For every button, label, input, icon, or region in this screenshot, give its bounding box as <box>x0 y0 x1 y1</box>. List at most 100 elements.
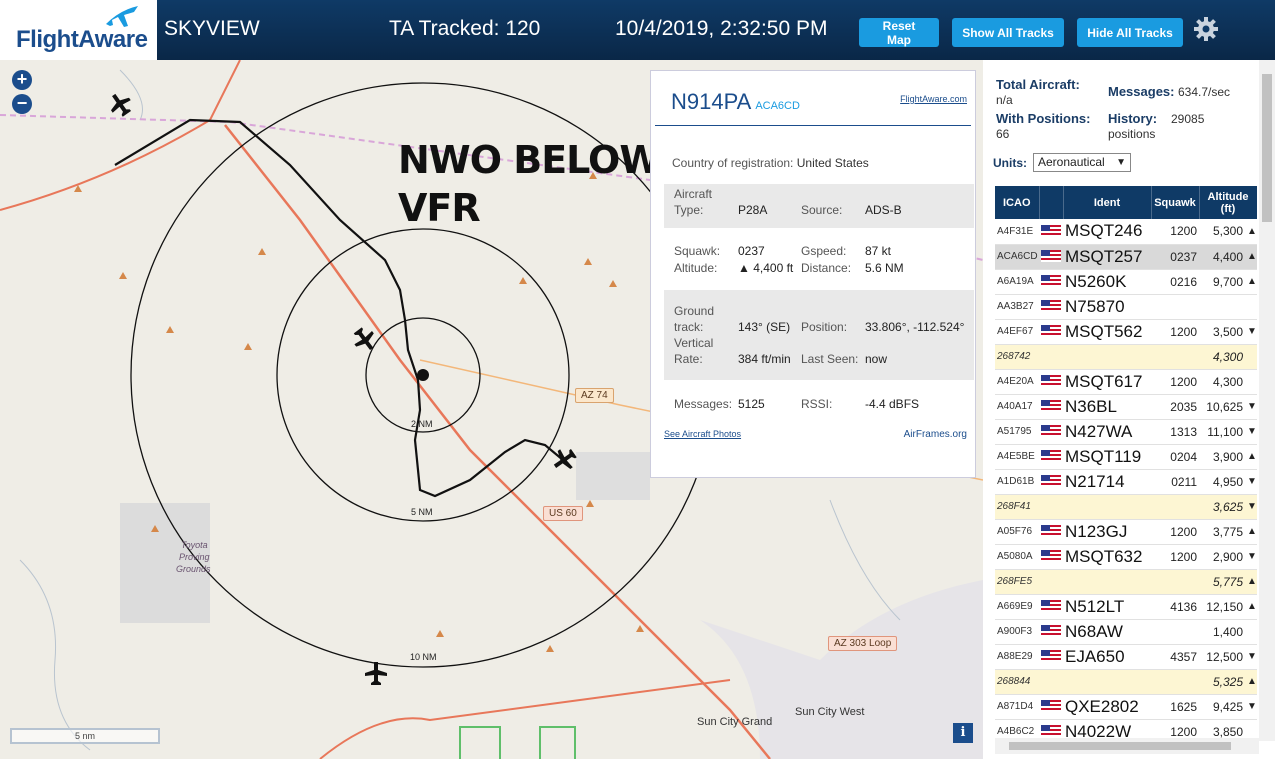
altitude-trend-cell: ▼ <box>1245 544 1257 570</box>
messages-label: Messages: <box>674 397 733 411</box>
table-row[interactable]: A40A17 N36BL 2035 10,625 ▼ <box>995 394 1257 420</box>
altitude-cell: 1,400 <box>1199 619 1245 645</box>
aircraft-icon[interactable] <box>549 444 580 475</box>
aircraft-icao-cell: 268FE5 <box>995 569 1039 595</box>
table-row[interactable]: A871D4 QXE2802 1625 9,425 ▼ <box>995 694 1257 720</box>
us-flag-icon <box>1041 300 1061 313</box>
range-ring-label-10nm: 10 NM <box>410 652 437 662</box>
table-row[interactable]: A4EF67 MSQT562 1200 3,500 ▼ <box>995 319 1257 345</box>
aircraft-sidebar: Total Aircraft: n/a Messages: 634.7/sec … <box>983 60 1275 759</box>
aircraft-ident-cell: N4022W <box>1063 719 1151 738</box>
vertical-rate-value: 384 ft/min <box>738 352 791 366</box>
aircraft-photos-link[interactable]: See Aircraft Photos <box>664 429 741 439</box>
country-flag-cell <box>1039 619 1063 645</box>
aircraft-icon[interactable] <box>365 662 387 685</box>
altitude-cell: 3,900 <box>1199 444 1245 470</box>
aircraft-ident-cell <box>1063 569 1151 595</box>
table-row[interactable]: AA3B27 N75870 <box>995 294 1257 320</box>
altitude-cell: 3,500 <box>1199 319 1245 345</box>
table-row[interactable]: A4B6C2 N4022W 1200 3,850 <box>995 719 1257 738</box>
airframes-link[interactable]: AirFrames.org <box>904 429 967 440</box>
altitude-trend-cell: ▼ <box>1245 469 1257 495</box>
table-row[interactable]: A900F3 N68AW 1,400 <box>995 619 1257 645</box>
country-flag-cell <box>1039 244 1063 270</box>
aircraft-icao-cell: A4EF67 <box>995 319 1039 345</box>
country-flag-cell <box>1039 319 1063 345</box>
table-row[interactable]: A4F31E MSQT246 1200 5,300 ▲ <box>995 219 1257 245</box>
table-row[interactable]: A669E9 N512LT 4136 12,150 ▲ <box>995 594 1257 620</box>
us-flag-icon <box>1041 700 1061 713</box>
map-scale-bar: 5 nm <box>10 728 160 744</box>
gear-icon[interactable] <box>1193 16 1219 42</box>
table-row[interactable]: A1D61B N21714 0211 4,950 ▼ <box>995 469 1257 495</box>
country-flag-cell <box>1039 494 1063 520</box>
table-row[interactable]: A6A19A N5260K 0216 9,700 ▲ <box>995 269 1257 295</box>
altitude-trend-cell: ▲ <box>1245 269 1257 295</box>
scrollbar-thumb[interactable] <box>1009 742 1231 750</box>
table-row[interactable]: A4E5BE MSQT119 0204 3,900 ▲ <box>995 444 1257 470</box>
rssi-label: RSSI: <box>801 397 833 411</box>
selected-aircraft-icon[interactable] <box>349 324 380 356</box>
country-flag-cell <box>1039 519 1063 545</box>
aircraft-type-label: Aircraft <box>674 187 713 201</box>
table-row[interactable]: ACA6CD MSQT257 0237 4,400 ▲ <box>995 244 1257 270</box>
place-label: Toyota <box>181 540 208 550</box>
tracked-count: TA Tracked: 120 <box>389 17 541 40</box>
scrollbar-thumb[interactable] <box>1262 74 1272 222</box>
table-row[interactable]: A5080A MSQT632 1200 2,900 ▼ <box>995 544 1257 570</box>
units-select[interactable]: Aeronautical ▼ <box>1033 153 1131 172</box>
column-header-altitude[interactable]: Altitude (ft) <box>1199 186 1257 219</box>
zoom-out-button[interactable]: − <box>12 94 32 114</box>
table-row[interactable]: 268F41 3,625 ▼ <box>995 494 1257 520</box>
table-row[interactable]: A4E20A MSQT617 1200 4,300 <box>995 369 1257 395</box>
vertical-scrollbar[interactable] <box>1259 60 1275 741</box>
column-header-ident[interactable]: Ident <box>1063 186 1152 219</box>
zoom-in-button[interactable]: + <box>12 70 32 90</box>
altitude-cell: 12,500 <box>1199 644 1245 670</box>
table-row[interactable]: 268844 5,325 ▲ <box>995 669 1257 695</box>
aircraft-ident-cell: N427WA <box>1063 419 1151 445</box>
aircraft-icao-cell: A40A17 <box>995 394 1039 420</box>
country-flag-cell <box>1039 594 1063 620</box>
aircraft-ident-cell: N512LT <box>1063 594 1151 620</box>
altitude-trend-cell <box>1245 719 1257 738</box>
aircraft-icao-cell: A669E9 <box>995 594 1039 620</box>
messages-rate-value: 634.7/sec <box>1178 85 1231 99</box>
altitude-cell: 3,625 <box>1199 494 1245 520</box>
squawk-cell <box>1151 294 1199 320</box>
squawk-cell <box>1151 344 1199 370</box>
map-info-button[interactable]: i <box>953 723 973 743</box>
column-header-squawk[interactable]: Squawk <box>1151 186 1200 219</box>
show-all-tracks-button[interactable]: Show All Tracks <box>952 18 1064 47</box>
table-row[interactable]: 268FE5 5,775 ▲ <box>995 569 1257 595</box>
aircraft-icao-cell: 268F41 <box>995 494 1039 520</box>
aircraft-table-container[interactable]: ICAO Ident Squawk Altitude (ft) A4F31E MS… <box>995 186 1257 738</box>
squawk-cell <box>1151 494 1199 520</box>
squawk-label: Squawk: <box>674 244 721 258</box>
altitude-header-text: Altitude <box>1207 190 1249 203</box>
aircraft-icon[interactable] <box>105 89 136 120</box>
table-row[interactable]: 268742 4,300 <box>995 344 1257 370</box>
flightaware-link[interactable]: FlightAware.com <box>900 94 967 104</box>
aircraft-icao-code: ACA6CD <box>755 100 800 112</box>
reset-map-button[interactable]: Reset Map <box>859 18 939 47</box>
altitude-header-unit: (ft) <box>1220 202 1236 215</box>
squawk-cell: 1200 <box>1151 519 1199 545</box>
position-label: Position: <box>801 320 848 334</box>
aircraft-icao-cell: A900F3 <box>995 619 1039 645</box>
aircraft-icao-cell: A4B6C2 <box>995 719 1039 738</box>
hide-all-tracks-button[interactable]: Hide All Tracks <box>1077 18 1183 47</box>
flightaware-logo[interactable]: FlightAware <box>0 0 157 60</box>
table-row[interactable]: A88E29 EJA650 4357 12,500 ▼ <box>995 644 1257 670</box>
history-unit: positions <box>1108 127 1156 141</box>
country-flag-cell <box>1039 419 1063 445</box>
table-row[interactable]: A05F76 N123GJ 1200 3,775 ▲ <box>995 519 1257 545</box>
aircraft-ident-cell: N68AW <box>1063 619 1151 645</box>
horizontal-scrollbar[interactable] <box>995 738 1259 754</box>
column-header-icao[interactable]: ICAO <box>995 186 1040 219</box>
messages-value: 5125 <box>738 397 765 411</box>
table-row[interactable]: A51795 N427WA 1313 11,100 ▼ <box>995 419 1257 445</box>
registration-text: N914PA <box>671 89 752 114</box>
aircraft-icao-cell: ACA6CD <box>995 244 1039 270</box>
country-label: Country of registration: <box>672 156 794 170</box>
